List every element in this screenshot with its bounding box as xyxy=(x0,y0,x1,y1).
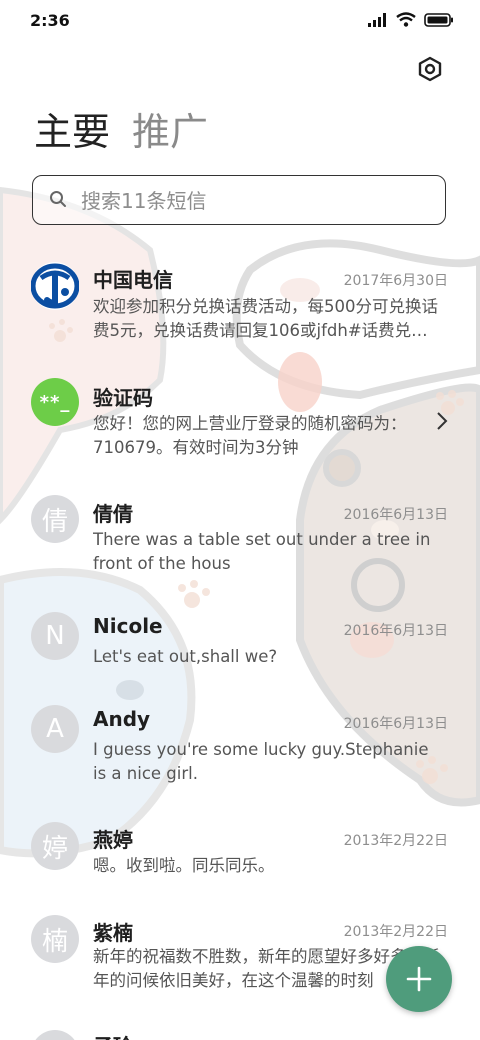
status-bar: 2:36 xyxy=(0,0,480,42)
message-preview: Let's eat out,shall we? xyxy=(93,647,278,666)
search-input[interactable] xyxy=(79,184,433,218)
message-item[interactable]: 子玲 xyxy=(0,1022,480,1040)
message-item[interactable]: 倩 倩倩 2016年6月13日 There was a table set ou… xyxy=(0,485,480,595)
message-date: 2013年2月22日 xyxy=(343,833,448,849)
message-preview: I guess you're some lucky guy.Stephanie … xyxy=(93,740,429,783)
chevron-right-icon[interactable] xyxy=(436,411,448,431)
message-preview: 欢迎参加积分兑换话费活动，每500分可兑换话费5元，兑换话费请回复106或jfd… xyxy=(93,297,438,340)
sender-name: Nicole xyxy=(93,614,163,638)
message-date: 2016年6月13日 xyxy=(343,716,448,732)
status-time: 2:36 xyxy=(30,11,70,30)
avatar: 楠 xyxy=(31,915,79,963)
tab-bar: 主要 推广 xyxy=(34,108,208,156)
sender-name: 子玲 xyxy=(93,1030,133,1040)
sender-name: 中国电信 xyxy=(93,268,173,292)
signal-icon xyxy=(368,12,386,27)
tab-promotions[interactable]: 推广 xyxy=(132,108,208,156)
message-item[interactable]: **_ 验证码 您好！您的网上营业厅登录的随机密码为：710679。有效时间为3… xyxy=(0,370,480,480)
message-preview: There was a table set out under a tree i… xyxy=(93,530,431,573)
battery-icon xyxy=(424,12,453,27)
message-date: 2013年2月22日 xyxy=(343,924,448,940)
search-box[interactable] xyxy=(32,175,446,225)
china-telecom-logo-icon xyxy=(31,262,79,310)
settings-button[interactable] xyxy=(416,55,444,83)
avatar xyxy=(31,1030,79,1040)
status-icons xyxy=(368,12,454,27)
avatar: 婷 xyxy=(31,822,79,870)
search-icon xyxy=(50,191,66,207)
message-date: 2017年6月30日 xyxy=(343,273,448,289)
avatar: 倩 xyxy=(31,495,79,543)
message-date: 2016年6月13日 xyxy=(343,623,448,639)
message-item[interactable]: A Andy 2016年6月13日 I guess you're some lu… xyxy=(0,695,480,805)
plus-icon xyxy=(406,966,432,992)
sender-name: 倩倩 xyxy=(93,502,133,526)
sender-name: 燕婷 xyxy=(93,828,133,852)
avatar: N xyxy=(31,612,79,660)
message-preview: 您好！您的网上营业厅登录的随机密码为：710679。有效时间为3分钟 xyxy=(93,414,407,457)
avatar: A xyxy=(31,705,79,753)
sender-name: Andy xyxy=(93,707,151,731)
wifi-icon xyxy=(396,12,416,27)
message-preview: 嗯。收到啦。同乐同乐。 xyxy=(93,856,275,875)
sender-name: 验证码 xyxy=(93,386,153,410)
message-date: 2016年6月13日 xyxy=(343,507,448,523)
sender-name: 紫楠 xyxy=(93,921,133,945)
message-item[interactable]: 中国电信 2017年6月30日 欢迎参加积分兑换话费活动，每500分可兑换话费5… xyxy=(0,250,480,360)
verification-code-avatar: **_ xyxy=(31,378,79,426)
gear-icon xyxy=(418,56,442,82)
tab-primary[interactable]: 主要 xyxy=(34,108,110,156)
compose-button[interactable] xyxy=(386,946,452,1012)
